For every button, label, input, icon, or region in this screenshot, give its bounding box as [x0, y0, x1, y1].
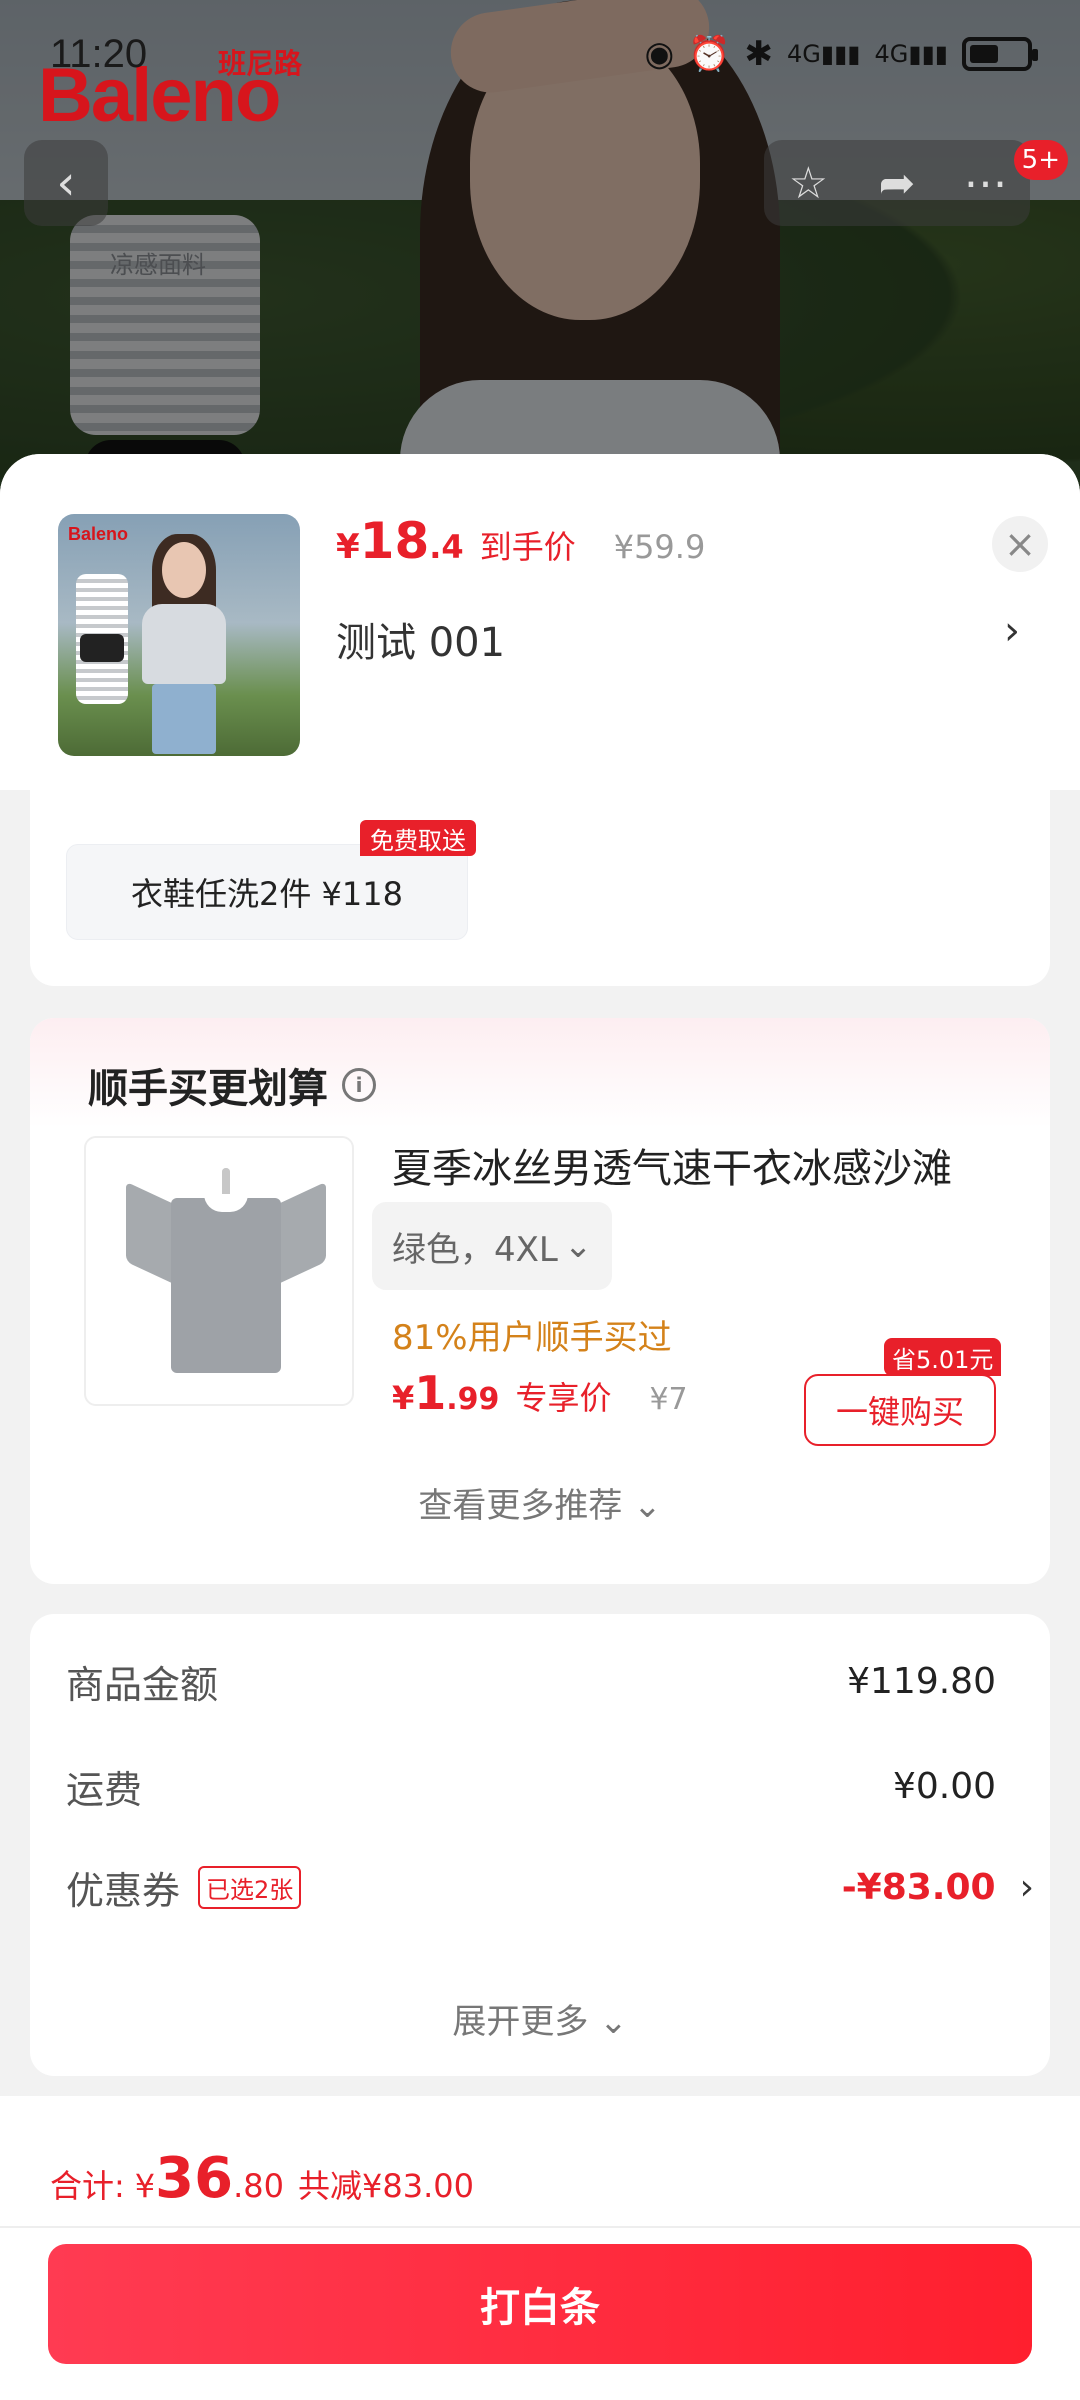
thumb-fabric-dark: [80, 634, 124, 662]
promo-card: 衣鞋任洗2件 ¥118 免费取送: [30, 790, 1050, 986]
save-badge: 省5.01元: [884, 1338, 1002, 1376]
tshirt-icon: [126, 1168, 326, 1378]
laundry-promo-chip[interactable]: 衣鞋任洗2件 ¥118: [66, 844, 468, 940]
shipping-value: ¥0.00: [892, 1766, 996, 1807]
share-icon[interactable]: ➦: [857, 158, 937, 209]
shipping-label: 运费: [66, 1768, 143, 1812]
total-amount: 合计: ¥ 36 .80 共减¥83.00: [50, 2146, 474, 2211]
back-button[interactable]: ‹: [24, 140, 108, 226]
one-click-buy-button[interactable]: 一键购买: [804, 1374, 996, 1446]
coupon-selected-tag: 已选2张: [198, 1866, 302, 1909]
info-icon[interactable]: i: [342, 1068, 376, 1102]
variant-selector[interactable]: 测试 001: [336, 610, 505, 668]
shipping-row: 运费 ¥0.00: [66, 1759, 996, 1814]
bluetooth-icon: ✱: [744, 34, 774, 74]
total-label: 合计:: [50, 2167, 125, 2205]
coupon-value: -¥83.00: [841, 1867, 996, 1908]
total-saving: 共减¥83.00: [297, 2167, 474, 2205]
back-icon: ‹: [56, 155, 76, 211]
price-currency: ¥: [336, 527, 360, 567]
recommended-spec-selector[interactable]: 绿色，4XL ⌄: [372, 1202, 613, 1290]
goods-amount-value: ¥119.80: [847, 1661, 996, 1702]
status-bar: 11:20 ◉ ⏰ ✱ 4G▮▮▮ 4G▮▮▮: [0, 0, 1080, 110]
thumb-logo: Baleno: [68, 524, 129, 544]
top-nav: ‹ ☆ ➦ ⋯: [0, 140, 1080, 230]
alarm-icon: ⏰: [688, 34, 731, 74]
product-header: Baleno ¥ 18 .4 到手价 ¥59.9 × 测试 001 ›: [0, 454, 1080, 790]
product-thumbnail: Baleno: [58, 514, 300, 756]
recommended-product-name[interactable]: 夏季冰丝男透气速干衣冰感沙滩: [392, 1136, 1022, 1194]
price-decimal: .4: [429, 528, 464, 566]
original-price: ¥59.9: [613, 528, 706, 566]
recommended-original-price: ¥7: [649, 1382, 688, 1417]
goods-amount-label: 商品金额: [66, 1663, 219, 1707]
chevron-down-icon: ⌄: [563, 1226, 593, 1266]
close-button[interactable]: ×: [992, 516, 1048, 572]
thumb-model: [138, 534, 228, 754]
recommended-price: ¥ 1 .99 专享价 ¥7: [392, 1366, 688, 1420]
star-icon[interactable]: ☆: [768, 158, 848, 209]
promo-badge: 免费取送: [360, 820, 476, 856]
price-tag: 到手价: [479, 528, 576, 566]
signal-icon: 4G▮▮▮: [787, 40, 861, 68]
product-price: ¥ 18 .4 到手价 ¥59.9: [336, 512, 705, 570]
recommendation-title: 顺手买更划算 i: [88, 1056, 376, 1114]
exclusive-price-tag: 专享价: [515, 1379, 612, 1417]
eye-icon: ◉: [644, 34, 675, 74]
signal-icon-2: 4G▮▮▮: [874, 40, 949, 68]
chevron-right-icon[interactable]: ›: [1004, 608, 1020, 654]
recommendation-card: 顺手买更划算 i 夏季冰丝男透气速干衣冰感沙滩 绿色，4XL ⌄ 81%用户顺手…: [30, 1018, 1050, 1584]
social-proof: 81%用户顺手买过: [392, 1318, 672, 1358]
status-time: 11:20: [50, 32, 148, 76]
checkout-sheet: Baleno ¥ 18 .4 到手价 ¥59.9 × 测试 001 › 衣鞋任洗…: [0, 454, 1080, 2400]
nav-actions: ☆ ➦ ⋯: [764, 140, 1030, 226]
close-icon: ×: [1004, 522, 1036, 566]
price-integer: 18: [359, 512, 430, 570]
notification-badge: 5+: [1013, 140, 1068, 180]
coupon-label: 优惠券 已选2张: [66, 1860, 302, 1915]
pay-button[interactable]: 打白条: [48, 2244, 1032, 2364]
expand-more-link[interactable]: 展开更多 ⌄: [30, 1994, 1050, 2043]
status-icons: ◉ ⏰ ✱ 4G▮▮▮ 4G▮▮▮: [644, 34, 1038, 74]
order-summary: 商品金额 ¥119.80 运费 ¥0.00 优惠券 已选2张 -¥83.00 ›…: [30, 1614, 1050, 2076]
more-icon[interactable]: ⋯: [946, 158, 1026, 209]
coupon-row[interactable]: 优惠券 已选2张 -¥83.00 ›: [66, 1860, 1034, 1915]
battery-icon: [962, 37, 1038, 71]
recommended-product-image[interactable]: [84, 1136, 354, 1406]
goods-amount-row: 商品金额 ¥119.80: [66, 1654, 996, 1709]
more-recommendations-link[interactable]: 查看更多推荐 ⌄: [30, 1478, 1050, 1527]
chevron-right-icon: ›: [1019, 1867, 1034, 1908]
checkout-footer: 合计: ¥ 36 .80 共减¥83.00 打白条: [0, 2096, 1080, 2400]
